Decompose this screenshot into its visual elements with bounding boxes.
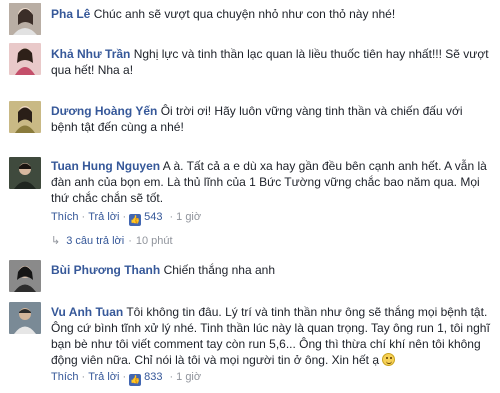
avatar[interactable] (9, 260, 41, 292)
commenter-name[interactable]: Khả Như Trần (51, 47, 130, 61)
avatar[interactable] (9, 3, 41, 35)
commenter-name[interactable]: Tuan Hung Nguyen (51, 159, 160, 173)
comment-tuan-hung-nguyen: Tuan Hung Nguyen A à. Tất cả a e dù xa h… (0, 152, 500, 250)
like-link[interactable]: Thích (51, 371, 79, 383)
like-count[interactable]: 543 (144, 211, 162, 223)
comment-text: Chúc anh sẽ vượt qua chuyện nhỏ như con … (93, 7, 396, 21)
avatar[interactable] (9, 157, 41, 189)
commenter-name[interactable]: Pha Lê (51, 7, 90, 21)
comment-pha-le: Pha Lê Chúc anh sẽ vượt qua chuyện nhỏ n… (0, 0, 500, 36)
commenter-name[interactable]: Bùi Phương Thanh (51, 263, 160, 277)
avatar[interactable] (9, 302, 41, 334)
reply-link[interactable]: Trả lời (88, 371, 119, 383)
comment-duong-hoang-yen: Dương Hoàng Yến Ôi trời ơi! Hãy luôn vữn… (0, 97, 500, 147)
comment-time[interactable]: 1 giờ (176, 371, 201, 383)
comment-bui-phuong-thanh: Bùi Phương Thanh Chiến thắng nha anh (0, 256, 500, 292)
replies-time: 10 phút (135, 235, 173, 247)
reply-arrow-icon: ↳ (51, 235, 61, 247)
commenter-name[interactable]: Dương Hoàng Yến (51, 104, 157, 118)
reply-link[interactable]: Trả lời (88, 211, 119, 223)
thumbs-up-icon: 👍 (129, 214, 142, 226)
comment-time[interactable]: 1 giờ (176, 211, 201, 223)
thumbs-up-icon: 👍 (129, 374, 142, 386)
like-count[interactable]: 833 (144, 371, 162, 383)
like-link[interactable]: Thích (51, 211, 79, 223)
smile-emoji-icon (382, 353, 396, 366)
commenter-name[interactable]: Vu Anh Tuan (51, 305, 123, 319)
comment-vu-anh-tuan: Vu Anh Tuan Tôi không tin đâu. Lý trí và… (0, 298, 500, 393)
comment-kha-nhu-tran: Khả Như Trần Nghị lực và tinh thần lạc q… (0, 40, 500, 90)
view-replies-link[interactable]: 3 câu trả lời (66, 235, 124, 247)
comment-text: Chiến thắng nha anh (163, 263, 275, 277)
avatar[interactable] (9, 43, 41, 75)
avatar[interactable] (9, 101, 41, 133)
